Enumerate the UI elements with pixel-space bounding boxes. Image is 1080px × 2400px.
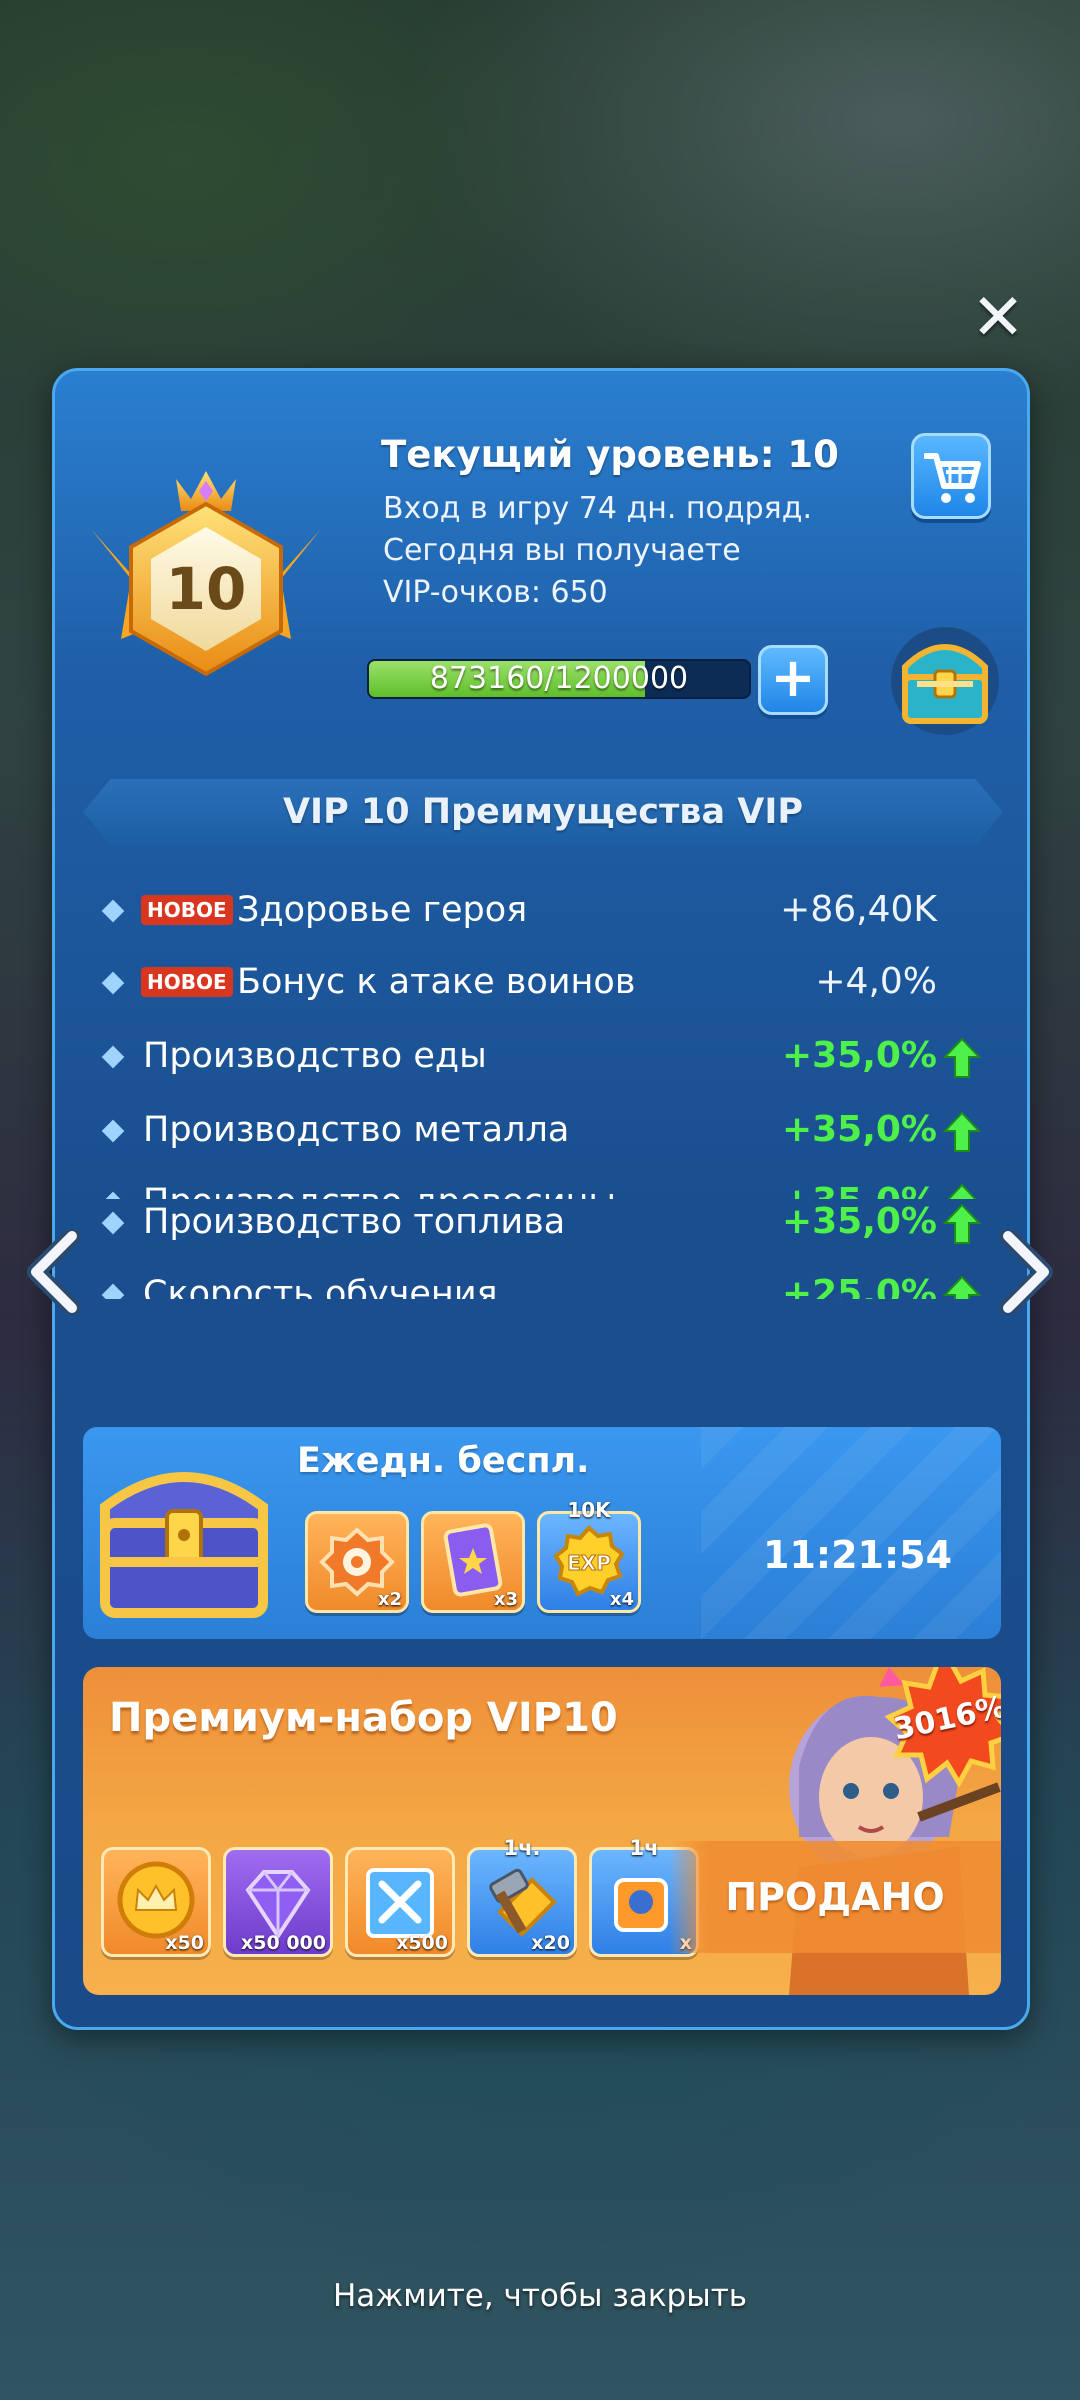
vip-progress-text: 873160/1200000 [429, 661, 689, 696]
benefits-list-continued[interactable]: Производство топлива +35,0% Скорость обу… [95, 1199, 995, 1347]
reward-item[interactable]: x2 [305, 1511, 409, 1613]
bullet-diamond-icon [101, 1045, 125, 1069]
benefit-label: Производство металла [143, 1110, 570, 1150]
previous-arrow-icon[interactable] [26, 1230, 82, 1314]
tap-to-close-hint[interactable]: Нажмите, чтобы закрыть [0, 2278, 1080, 2314]
benefit-label: Производство еды [143, 1036, 487, 1076]
benefit-row: Производство топлива +35,0% [95, 1199, 995, 1253]
benefit-value: +35,0% [782, 1179, 937, 1199]
reward-qty: x3 [493, 1589, 518, 1610]
benefit-row: Производство древесины +35,0% [95, 1173, 995, 1199]
shop-button[interactable] [911, 433, 991, 519]
green-up-arrow-icon [943, 1203, 981, 1244]
bullet-diamond-icon [101, 1283, 125, 1299]
vip-panel: 10 Текущий уровень: 10 Вход в игру 74 дн… [52, 368, 1030, 2030]
cart-icon [924, 453, 981, 503]
pack-item-qty: x50 000 [241, 1932, 326, 1954]
next-arrow-icon[interactable] [998, 1230, 1054, 1314]
benefit-value: +4,0% [815, 961, 937, 1002]
today-receive-text: Сегодня вы получаете [383, 533, 741, 568]
reward-item[interactable]: 10K EXP x4 [537, 1498, 641, 1613]
benefits-title: VIP 10 Преимущества VIP [282, 792, 804, 832]
benefit-label: Производство топлива [143, 1202, 566, 1242]
sold-status: ПРОДАНО [725, 1875, 945, 1919]
new-badge: НОВОЕ [141, 967, 233, 997]
svg-text:EXP: EXP [567, 1551, 611, 1575]
daily-chest-icon [100, 1472, 268, 1618]
current-level-title: Текущий уровень: 10 [381, 433, 839, 476]
premium-pack-title: Премиум-набор VIP10 [109, 1695, 618, 1741]
reward-top-tag: 10K [567, 1498, 611, 1522]
pack-item-qty: x20 [531, 1932, 570, 1954]
benefits-list[interactable]: НОВОЕ Здоровье героя +86,40K НОВОЕ Бонус… [95, 881, 995, 1199]
close-icon[interactable]: ✕ [968, 286, 1028, 350]
bullet-diamond-icon [101, 899, 125, 923]
green-up-arrow-icon [943, 1037, 981, 1078]
benefit-label: Здоровье героя [237, 890, 528, 930]
vip-progress-bar: 873160/1200000 [367, 659, 751, 699]
bullet-diamond-icon [101, 1211, 125, 1235]
benefit-value: +35,0% [781, 1035, 937, 1076]
benefit-row: Скорость обучения +25,0% [95, 1265, 995, 1299]
pack-item[interactable]: x50 000 [223, 1847, 333, 1957]
benefit-value: +25,0% [781, 1273, 937, 1299]
premium-pack-card[interactable]: Премиум-набор VIP10 3016% x50 x50 000 x5… [83, 1667, 1001, 1995]
green-up-arrow-icon [947, 1183, 977, 1199]
pack-item[interactable]: x500 [345, 1847, 455, 1957]
bullet-diamond-icon [101, 971, 125, 995]
benefit-row: Производство металла +35,0% [95, 1101, 995, 1161]
pack-item-qty: x50 [165, 1932, 204, 1954]
benefit-label: Производство древесины [143, 1179, 616, 1199]
login-streak-text: Вход в игру 74 дн. подряд. [383, 491, 812, 526]
pack-item[interactable]: 1ч. x20 [467, 1836, 577, 1957]
bullet-diamond-icon [101, 1119, 125, 1143]
green-up-arrow-icon [943, 1275, 981, 1299]
new-badge: НОВОЕ [141, 895, 233, 925]
green-up-arrow-icon [943, 1111, 981, 1152]
sold-overlay: ПРОДАНО [669, 1841, 1001, 1953]
treasure-chest-icon[interactable] [887, 617, 1003, 737]
benefit-label: Бонус к атаке воинов [237, 962, 636, 1002]
benefit-value: +35,0% [781, 1201, 937, 1242]
vip-points-text: VIP-очков: 650 [383, 575, 608, 610]
benefit-row: НОВОЕ Бонус к атаке воинов +4,0% [95, 953, 995, 1013]
daily-free-card[interactable]: Ежедн. беспл. x2 x3 10K EXP x4 11:21:54 [83, 1427, 1001, 1639]
benefit-value: +86,40K [780, 889, 937, 930]
reward-qty: x4 [609, 1589, 634, 1610]
daily-timer: 11:21:54 [763, 1533, 953, 1577]
bullet-diamond-icon [101, 1191, 125, 1199]
benefit-row: Производство еды +35,0% [95, 1027, 995, 1087]
reward-item[interactable]: x3 [421, 1511, 525, 1613]
reward-qty: x2 [377, 1589, 402, 1610]
discount-burst: 3016% [884, 1667, 1001, 1789]
pack-item-qty: x500 [396, 1932, 448, 1954]
vip-level-badge-icon: 10 [81, 459, 331, 689]
add-vip-points-button[interactable]: + [758, 645, 828, 715]
benefit-value: +35,0% [781, 1109, 937, 1150]
benefits-banner: VIP 10 Преимущества VIP [83, 779, 1003, 845]
pack-item-top-tag: 1ч. [503, 1836, 541, 1860]
daily-free-title: Ежедн. беспл. [297, 1441, 590, 1481]
badge-level-number: 10 [166, 555, 247, 623]
benefit-row: НОВОЕ Здоровье героя +86,40K [95, 881, 995, 941]
pack-item[interactable]: x50 [101, 1847, 211, 1957]
benefit-label: Скорость обучения [143, 1274, 498, 1299]
